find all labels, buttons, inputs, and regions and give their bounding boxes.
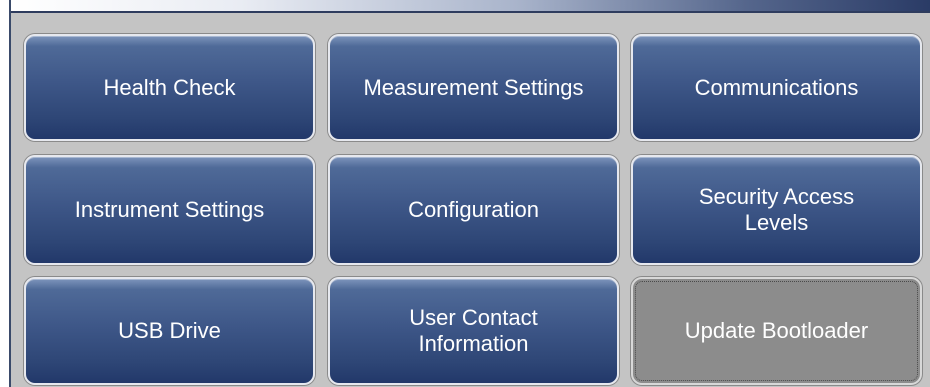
instrument-settings-label: Instrument Settings [74, 197, 265, 222]
update-bootloader-button[interactable]: Update Bootloader [631, 277, 922, 385]
communications-button[interactable]: Communications [631, 34, 922, 141]
health-check-label: Health Check [103, 74, 236, 100]
usb-drive-button[interactable]: USB Drive [24, 277, 315, 385]
user-contact-information-button[interactable]: User Contact Information [328, 277, 619, 385]
update-bootloader-label: Update Bootloader [684, 318, 869, 343]
user-contact-information-label: User Contact Information [409, 305, 538, 356]
communications-label: Communications [694, 74, 859, 100]
left-edge-border [0, 0, 11, 387]
health-check-button[interactable]: Health Check [24, 34, 315, 141]
configuration-label: Configuration [408, 197, 539, 222]
usb-drive-label: USB Drive [118, 318, 221, 343]
menu-grid: Health Check Measurement Settings Commun… [11, 13, 930, 387]
security-access-levels-label: Security Access Levels [698, 184, 855, 235]
configuration-button[interactable]: Configuration [328, 155, 619, 265]
measurement-settings-button[interactable]: Measurement Settings [328, 34, 619, 141]
instrument-settings-button[interactable]: Instrument Settings [24, 155, 315, 265]
security-access-levels-button[interactable]: Security Access Levels [631, 155, 922, 265]
measurement-settings-label: Measurement Settings [363, 74, 584, 100]
title-bar [11, 0, 930, 13]
